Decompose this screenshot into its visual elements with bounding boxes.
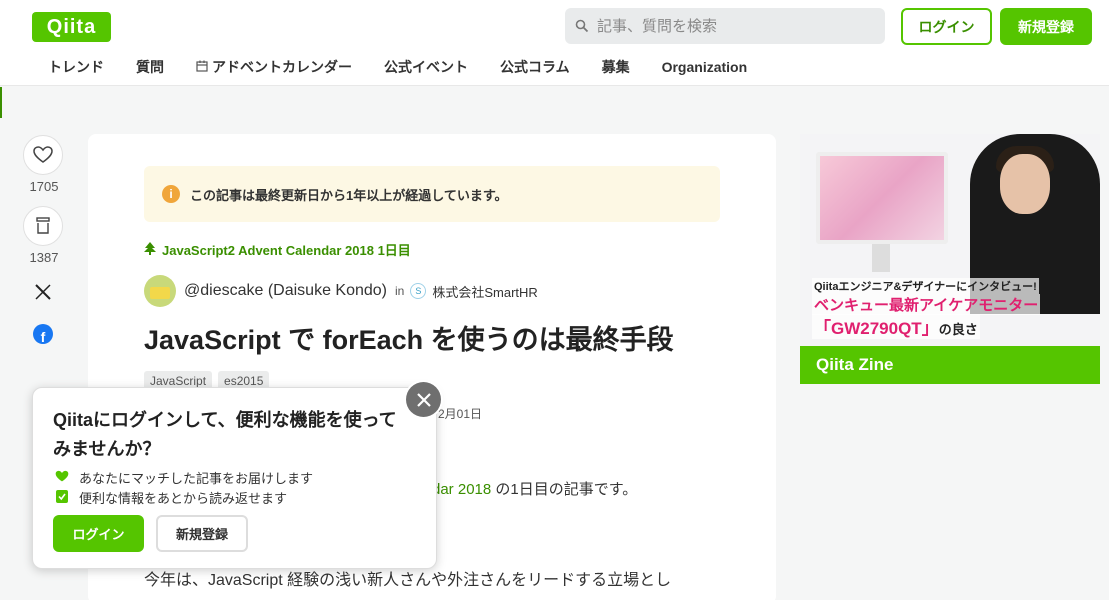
avatar[interactable] [144, 275, 176, 307]
like-button[interactable] [23, 135, 63, 175]
article-intro: dar 2018 の1日目の記事です。 [432, 478, 637, 499]
ad-brand-bar: Qiita Zine [800, 346, 1100, 384]
qiita-logo[interactable]: Qiita [32, 12, 111, 42]
advent-label: JavaScript2 Advent Calendar 2018 1日目 [162, 243, 411, 258]
organization-icon: S [410, 283, 427, 299]
nav-official-events[interactable]: 公式イベント [368, 57, 484, 77]
nav-organization[interactable]: Organization [646, 59, 764, 75]
ad-product-suffix: の良さ [938, 322, 978, 337]
monitor-stand [872, 244, 890, 272]
article-paragraph: 今年は、JavaScript 経験の浅い新人さんや外注さんをリードする立場とし [144, 572, 672, 589]
heart-icon [55, 470, 69, 486]
article-title: JavaScript で forEach を使うのは最終手段 [144, 325, 674, 355]
global-nav: トレンド 質問 アドベントカレンダー 公式イベント 公式コラム 募集 Organ… [32, 54, 763, 80]
outdated-notice: i この記事は最終更新日から1年以上が経過しています。 [144, 166, 720, 222]
ad-product: 「GW2790QT」 [814, 319, 939, 338]
bookmark-check-icon [55, 489, 69, 506]
header-login-button[interactable]: ログイン [901, 8, 992, 45]
facebook-share-icon[interactable]: f [23, 319, 63, 349]
x-share-icon[interactable] [23, 277, 63, 307]
nav-advent-calendar[interactable]: アドベントカレンダー [180, 57, 368, 77]
search-box[interactable] [565, 8, 885, 44]
prompt-signup-button[interactable]: 新規登録 [156, 515, 248, 552]
article-actions: 1705 1387 f [23, 135, 65, 349]
nav-trend[interactable]: トレンド [32, 57, 120, 77]
stock-button[interactable] [23, 206, 63, 246]
search-input[interactable] [597, 17, 867, 35]
info-icon: i [162, 185, 180, 203]
close-icon[interactable] [406, 382, 441, 417]
benefit-2: 便利な情報をあとから読み返せます [55, 488, 287, 507]
organization-name[interactable]: 株式会社SmartHR [432, 282, 537, 301]
site-header: Qiita ログイン 新規登録 トレンド 質問 アドベントカレンダー 公式イベン… [0, 0, 1109, 86]
benefit-1: あなたにマッチした記事をお届けします [55, 468, 313, 487]
like-count: 1705 [29, 179, 59, 194]
post-date: 2月01日 [438, 407, 483, 421]
benefit-1-text: あなたにマッチした記事をお届けします [79, 471, 314, 486]
author-name[interactable]: @diescake (Daisuke Kondo) [184, 282, 387, 300]
nav-recruitment[interactable]: 募集 [586, 57, 646, 77]
heart-icon [33, 146, 53, 163]
in-label: in [395, 284, 405, 298]
author-row: @diescake (Daisuke Kondo) in S 株式会社Smart… [144, 275, 538, 307]
search-icon [575, 19, 589, 33]
advent-inline-link[interactable]: dar 2018 [432, 481, 491, 498]
nav-advent-label: アドベントカレンダー [212, 59, 352, 75]
tree-icon [144, 241, 156, 258]
advent-calendar-link[interactable]: JavaScript2 Advent Calendar 2018 1日目 [144, 240, 411, 259]
prompt-title: Qiitaにログインして、便利な機能を使ってみませんか？ [53, 410, 397, 459]
calendar-icon [196, 60, 208, 75]
header-signup-button[interactable]: 新規登録 [1000, 8, 1092, 45]
sidebar-ad[interactable]: Qiitaエンジニア&デザイナーにインタビュー! ベンキュー最新アイケアモニター… [800, 134, 1100, 384]
ad-line-3: 「GW2790QT」の良さ [812, 314, 980, 339]
login-prompt: Qiitaにログインして、便利な機能を使ってみませんか？ あなたにマッチした記事… [32, 387, 437, 569]
benefit-2-text: 便利な情報をあとから読み返せます [79, 491, 288, 506]
prompt-login-button[interactable]: ログイン [53, 515, 144, 552]
stock-icon [36, 217, 50, 234]
ad-line-2: ベンキュー最新アイケアモニター [812, 294, 1041, 315]
intro-text: の1日目の記事です。 [491, 481, 638, 498]
notice-text: この記事は最終更新日から1年以上が経過しています。 [190, 187, 508, 203]
nav-questions[interactable]: 質問 [120, 57, 180, 77]
monitor-image [816, 152, 948, 244]
person-face [1000, 154, 1050, 214]
stock-count: 1387 [29, 250, 59, 265]
ad-line-1: Qiitaエンジニア&デザイナーにインタビュー! [812, 278, 1039, 294]
nav-official-columns[interactable]: 公式コラム [484, 57, 586, 77]
reading-progress [0, 87, 2, 118]
